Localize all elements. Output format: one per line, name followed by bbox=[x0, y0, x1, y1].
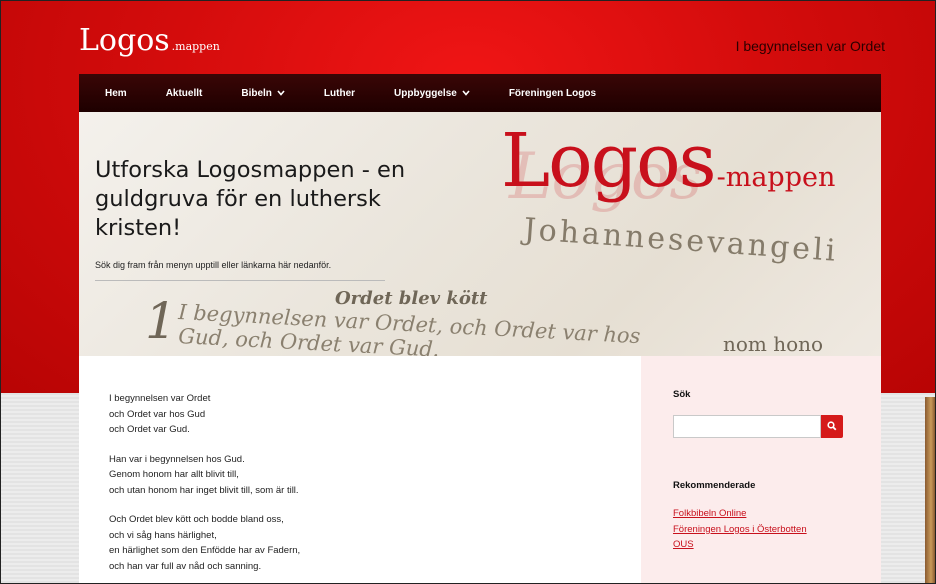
site-logo-main: Logos bbox=[79, 23, 170, 58]
nav-item-label: Uppbyggelse bbox=[394, 87, 457, 99]
search-button[interactable] bbox=[821, 415, 843, 438]
main-nav: Hem Aktuellt Bibeln Luther Uppbyggelse F… bbox=[79, 74, 881, 112]
nav-item-foreningen-logos[interactable]: Föreningen Logos bbox=[509, 88, 596, 99]
chevron-down-icon bbox=[277, 88, 285, 98]
chevron-down-icon bbox=[462, 88, 470, 98]
link-foreningen-logos-osterbotten[interactable]: Föreningen Logos i Österbotten bbox=[673, 522, 807, 538]
hero-logo: Logos-mappen bbox=[501, 124, 835, 198]
nav-item-aktuellt[interactable]: Aktuellt bbox=[166, 88, 203, 99]
text-line: I begynnelsen var Ordet bbox=[109, 393, 211, 404]
text-line: och Ordet var hos Gud bbox=[109, 408, 206, 420]
text-line: och vi såg hans härlighet, bbox=[109, 529, 217, 541]
search-icon bbox=[827, 418, 837, 436]
paragraph: Och Ordet blev kött och bodde bland oss,… bbox=[109, 512, 300, 574]
text-line: Och Ordet blev kött och bodde bland oss, bbox=[109, 514, 284, 525]
page-frame: Logos .mappen I begynnelsen var Ordet Hem… bbox=[0, 0, 936, 584]
text-line: en härlighet som den Enfödde har av Fade… bbox=[109, 545, 301, 556]
text-line: och han var full av nåd och sanning. bbox=[109, 560, 262, 572]
hero-logo-main: Logos bbox=[501, 118, 717, 204]
link-ous[interactable]: OUS bbox=[673, 537, 807, 553]
hero-bg-verse-number: 1 bbox=[145, 292, 177, 350]
site-logo[interactable]: Logos .mappen bbox=[79, 23, 220, 58]
recommended-links: Folkbibeln Online Föreningen Logos i Öst… bbox=[673, 506, 807, 553]
nav-item-bibeln[interactable]: Bibeln bbox=[241, 88, 285, 99]
hero-title: Utforska Logosmappen - en guldgruva för … bbox=[95, 157, 406, 241]
hero-bg-ordet: Ordet blev kött bbox=[335, 288, 488, 309]
paragraph: I begynnelsen var Ordet och Ordet var ho… bbox=[109, 391, 300, 438]
site-tagline: I begynnelsen var Ordet bbox=[735, 38, 885, 54]
search-heading: Sök bbox=[673, 389, 691, 400]
sidebar: Sök Rekommenderade Folkbibeln Online För… bbox=[641, 356, 881, 583]
hero-divider bbox=[95, 280, 385, 281]
site-logo-small: .mappen bbox=[171, 40, 220, 53]
hero-banner: Logos Logos-mappen Johannesevangeli Orde… bbox=[79, 112, 881, 356]
hero-logo-small: -mappen bbox=[716, 162, 836, 193]
nav-item-label: Föreningen Logos bbox=[508, 87, 597, 99]
nav-item-hem[interactable]: Hem bbox=[105, 88, 127, 99]
hero-bg-johannes: Johannesevangeli bbox=[522, 212, 840, 269]
nav-item-uppbyggelse[interactable]: Uppbyggelse bbox=[394, 88, 470, 99]
nav-item-label: Luther bbox=[323, 87, 356, 99]
text-line: Han var i begynnelsen hos Gud. bbox=[109, 453, 245, 465]
paragraph: Han var i begynnelsen hos Gud. Genom hon… bbox=[109, 452, 300, 499]
recommended-heading: Rekommenderade bbox=[673, 480, 756, 491]
text-line: och Ordet var Gud. bbox=[109, 424, 190, 435]
nav-item-luther[interactable]: Luther bbox=[324, 88, 355, 99]
content-area: Logos Logos-mappen Johannesevangeli Orde… bbox=[79, 112, 881, 583]
nav-item-label: Hem bbox=[105, 87, 127, 99]
text-line: Genom honom har allt blivit till, bbox=[109, 469, 239, 480]
main-text: I begynnelsen var Ordet och Ordet var ho… bbox=[109, 391, 300, 583]
nav-item-label: Bibeln bbox=[241, 87, 272, 99]
text-line: och utan honom har inget blivit till, so… bbox=[109, 484, 299, 496]
hero-description: Sök dig fram från menyn upptill eller lä… bbox=[95, 260, 332, 270]
nav-item-label: Aktuellt bbox=[165, 87, 203, 99]
link-folkbibeln[interactable]: Folkbibeln Online bbox=[673, 506, 807, 522]
search-input[interactable] bbox=[673, 415, 821, 438]
side-decoration bbox=[925, 397, 935, 583]
hero-bg-nom: nom hono bbox=[723, 332, 824, 356]
